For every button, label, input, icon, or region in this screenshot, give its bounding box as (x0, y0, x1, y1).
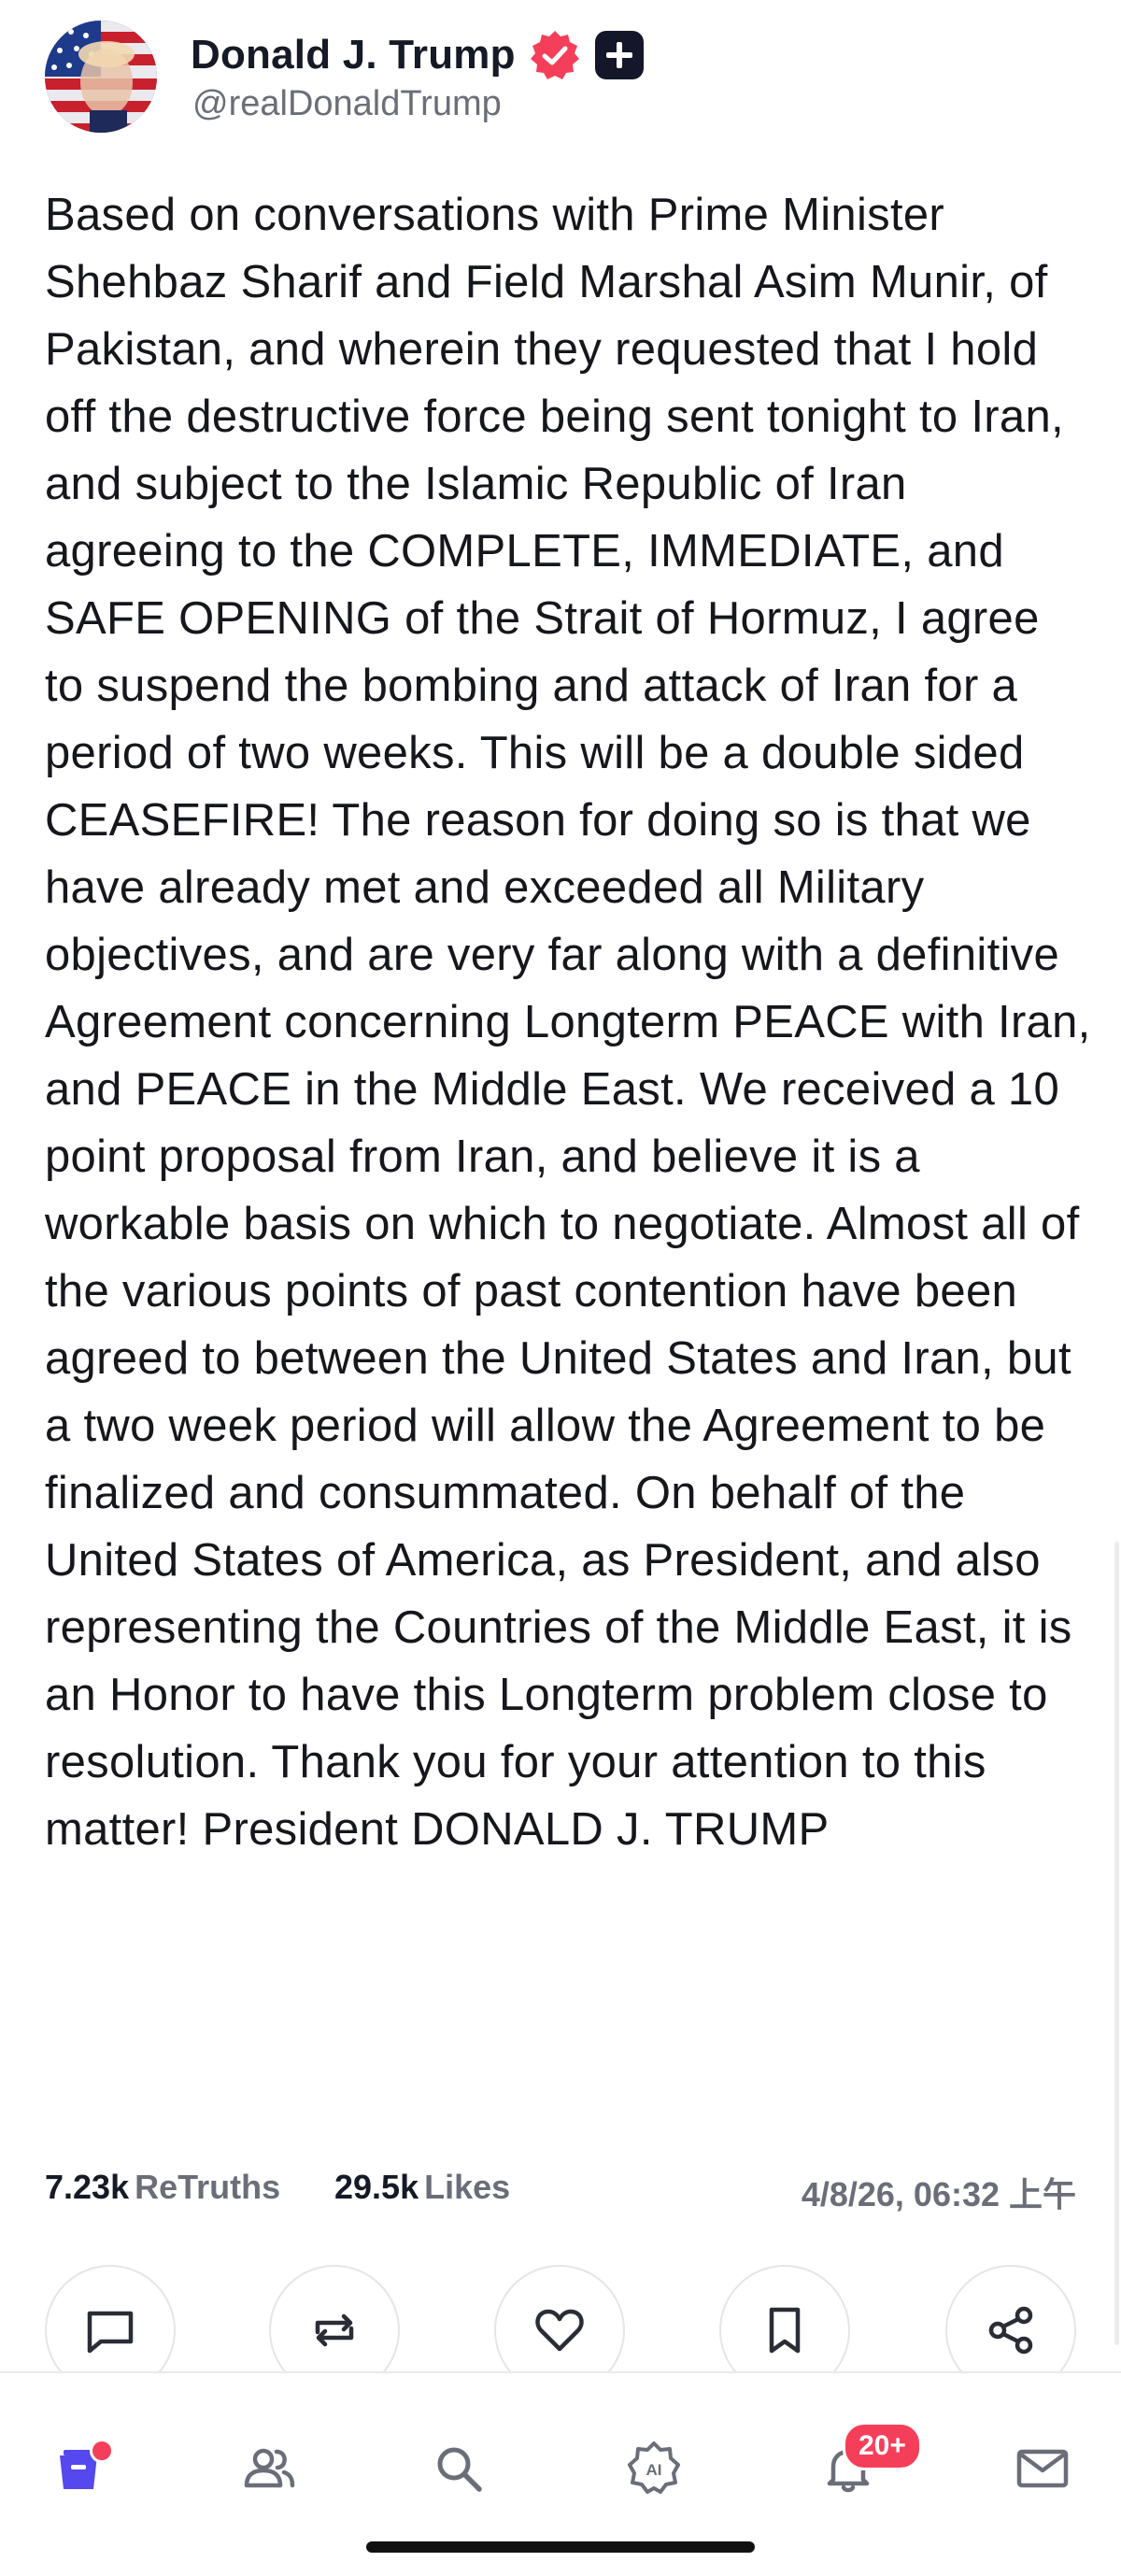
likes-count: 29.5k (334, 2168, 419, 2206)
plus-badge-icon (592, 28, 646, 82)
verified-badge-icon (529, 29, 581, 81)
likes-stat[interactable]: 29.5k Likes (334, 2168, 510, 2207)
share-icon (988, 2306, 1033, 2355)
retruths-stat[interactable]: 7.23k ReTruths (45, 2168, 280, 2207)
post-stats: 7.23k ReTruths 29.5k Likes 4/8/26, 06:32 上… (45, 2168, 1076, 2224)
home-notification-dot (90, 2439, 114, 2463)
post-header: Donald J. Trump @realDonaldTrump (45, 21, 1072, 135)
like-icon (535, 2309, 584, 2352)
post-text: Based on conversations with Prime Minist… (45, 190, 1104, 1855)
avatar[interactable] (45, 21, 157, 133)
likes-label: Likes (424, 2168, 511, 2206)
ai-icon: AI (628, 2441, 680, 2494)
notifications-badge: 20+ (843, 2422, 922, 2470)
tab-notifications[interactable]: 20+ (802, 2422, 922, 2515)
user-handle[interactable]: @realDonaldTrump (192, 84, 502, 124)
scrollbar[interactable] (1114, 1542, 1119, 2345)
bookmark-icon (769, 2307, 801, 2354)
retruths-count: 7.23k (45, 2168, 130, 2206)
retruths-label: ReTruths (135, 2168, 281, 2206)
tab-home[interactable] (32, 2422, 125, 2515)
search-icon (437, 2447, 482, 2492)
retruth-icon (315, 2313, 354, 2347)
svg-text:AI: AI (646, 2461, 662, 2479)
tab-search[interactable] (412, 2422, 505, 2515)
tab-people[interactable] (222, 2422, 316, 2515)
display-name[interactable]: Donald J. Trump (191, 32, 516, 78)
post-timestamp: 4/8/26, 06:32 上午 (801, 2175, 1076, 2213)
mail-icon (1016, 2449, 1069, 2488)
reply-icon (87, 2311, 134, 2354)
home-indicator[interactable] (366, 2541, 755, 2553)
people-icon (244, 2448, 295, 2488)
tab-ai[interactable]: AI (607, 2422, 701, 2515)
tab-messages[interactable] (996, 2422, 1089, 2515)
